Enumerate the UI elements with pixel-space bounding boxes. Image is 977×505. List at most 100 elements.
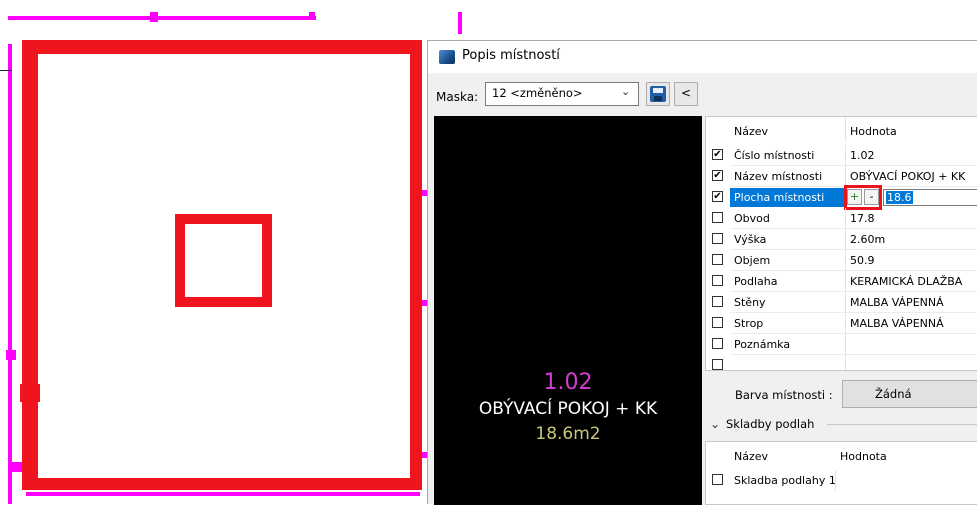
table-row[interactable]: Podlaha KERAMICKÁ DLAŽBA [706, 271, 977, 292]
row-checkbox[interactable] [712, 338, 723, 349]
magenta-wall-top [8, 16, 316, 20]
row-name: Strop [734, 317, 764, 330]
magenta-wall-corner [458, 12, 462, 34]
chevron-down-icon[interactable]: ⌄ [710, 417, 720, 431]
table-row[interactable]: Stěny MALBA VÁPENNÁ [706, 292, 977, 313]
row-name: Název místnosti [734, 170, 823, 183]
chevron-down-icon: ⌄ [621, 85, 631, 98]
row-name: Obvod [734, 212, 770, 225]
row-value: OBÝVACÍ POKOJ + KK [850, 170, 966, 183]
row-value: 2.60m [850, 233, 886, 246]
room-description-dialog: Popis místností Maska: 12 <změněno> ⌄ < … [427, 40, 977, 505]
column-header-name[interactable]: Název [734, 125, 768, 138]
room-outline-top [22, 40, 422, 54]
back-button[interactable]: < [674, 82, 698, 106]
room-color-label: Barva místnosti : [735, 388, 833, 402]
row-name: Poznámka [734, 338, 791, 351]
row-checkbox[interactable] [712, 233, 723, 244]
room-color-select[interactable]: Žádná [842, 380, 977, 408]
mask-select[interactable]: 12 <změněno> ⌄ [485, 82, 639, 106]
column-divider [845, 145, 846, 166]
preview-room-name: OBÝVACÍ POKOJ + KK [478, 399, 658, 419]
row-checkbox[interactable]: ✔ [712, 170, 723, 181]
column-divider [845, 292, 846, 313]
black-tick [0, 70, 12, 71]
column-header-name[interactable]: Název [734, 450, 768, 463]
row-checkbox[interactable]: ✔ [712, 149, 723, 160]
preview-room-area: 18.6m2 [535, 424, 601, 444]
row-name: Skladba podlahy 1 [734, 474, 836, 487]
row-name: Číslo místnosti [734, 149, 815, 162]
row-name: Podlaha [734, 275, 778, 288]
app-cube-icon [439, 50, 455, 64]
column-header-value[interactable]: Hodnota [850, 125, 897, 138]
magenta-wall-left-notch-2 [12, 462, 22, 472]
room-outline-left [22, 40, 38, 490]
column-divider [845, 117, 846, 141]
table-row[interactable]: Obvod 17.8 [706, 208, 977, 229]
magenta-wall-left [8, 44, 12, 504]
row-name: Výška [734, 233, 767, 246]
room-label-marker [175, 214, 272, 307]
table-row[interactable]: ✔ Číslo místnosti 1.02 [706, 145, 977, 166]
column-divider [845, 229, 846, 250]
column-divider [835, 470, 836, 491]
column-header-value[interactable]: Hodnota [840, 450, 887, 463]
table-header: Název Hodnota [706, 117, 977, 141]
row-value: 50.9 [850, 254, 875, 267]
row-value: 1.02 [850, 149, 875, 162]
preview-room-number: 1.02 [543, 370, 593, 395]
column-divider [845, 313, 846, 334]
row-checkbox[interactable] [712, 275, 723, 286]
table-row[interactable]: Poznámka [706, 334, 977, 355]
floors-section-label[interactable]: Skladby podlah [726, 417, 814, 431]
column-divider [845, 334, 846, 355]
floppy-disk-icon [650, 86, 666, 102]
floppy-label [653, 88, 663, 93]
column-divider [845, 208, 846, 229]
mask-select-value: 12 <změněno> [492, 86, 583, 100]
row-checkbox[interactable] [712, 359, 723, 370]
value-edit-field[interactable]: 18.6 [883, 189, 977, 206]
column-divider [845, 250, 846, 271]
row-name: Objem [734, 254, 771, 267]
section-divider [827, 424, 977, 425]
room-outline-right [410, 40, 422, 490]
row-checkbox[interactable] [712, 212, 723, 223]
table-row[interactable]: ✔ Název místnosti OBÝVACÍ POKOJ + KK [706, 166, 977, 187]
row-checkbox[interactable] [712, 296, 723, 307]
column-divider [845, 166, 846, 187]
row-checkbox[interactable] [712, 254, 723, 265]
room-outline-bottom [22, 478, 422, 490]
table-row[interactable]: Strop MALBA VÁPENNÁ [706, 313, 977, 334]
table-row[interactable]: Skladba podlahy 1 [706, 470, 977, 491]
magenta-wall-left-notch [6, 350, 16, 360]
row-value: MALBA VÁPENNÁ [850, 317, 944, 330]
row-value: 17.8 [850, 212, 875, 225]
properties-table: Název Hodnota ✔ Číslo místnosti 1.02 ✔ N… [705, 116, 977, 371]
row-value: KERAMICKÁ DLAŽBA [850, 275, 963, 288]
row-checkbox[interactable] [712, 317, 723, 328]
drawing-canvas[interactable] [0, 0, 462, 504]
title-bar[interactable]: Popis místností [428, 41, 977, 73]
floors-table: Název Hodnota Skladba podlahy 1 [705, 441, 977, 505]
column-divider [845, 355, 846, 370]
magenta-wall-bottom [26, 492, 420, 496]
mask-label: Maska: [436, 90, 479, 104]
row-name: Plocha místnosti [734, 191, 825, 204]
column-divider [845, 271, 846, 292]
room-outline-left-notch [20, 384, 40, 402]
save-mask-button[interactable] [646, 82, 670, 106]
table-row[interactable]: Výška 2.60m [706, 229, 977, 250]
dialog-title: Popis místností [462, 48, 560, 63]
table-row-selected[interactable]: ✔ Plocha místnosti + - 18.6 [706, 185, 977, 210]
table-row[interactable]: Objem 50.9 [706, 250, 977, 271]
magenta-wall-top-end [309, 12, 315, 20]
row-value: MALBA VÁPENNÁ [850, 296, 944, 309]
floppy-slot [654, 96, 662, 101]
table-row-partial[interactable] [706, 355, 977, 370]
magenta-wall-top-joint [150, 12, 158, 22]
row-checkbox[interactable] [712, 474, 723, 485]
selected-value-text: 18.6 [886, 191, 913, 204]
row-checkbox[interactable]: ✔ [712, 191, 723, 202]
